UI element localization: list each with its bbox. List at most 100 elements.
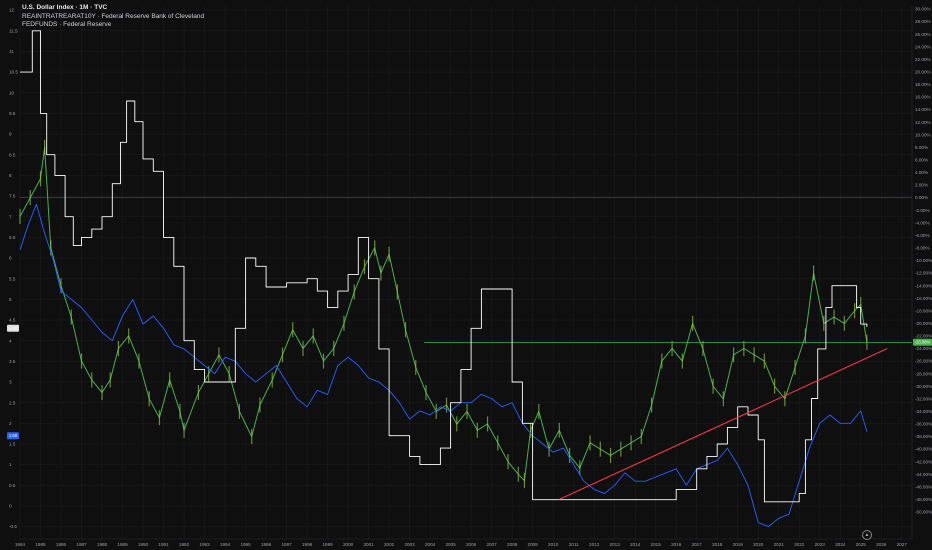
time-tick-label: 2016 — [671, 542, 682, 547]
time-tick-label: 2024 — [835, 542, 846, 547]
series-line-fedfunds[interactable] — [20, 30, 868, 503]
left-tick-label: 8 — [9, 173, 12, 178]
right-tick-label: 0.00% — [915, 195, 928, 200]
time-tick-label: 2002 — [384, 542, 395, 547]
left-tick-label: 0 — [9, 504, 12, 509]
right-tick-label: 18.00% — [915, 82, 931, 87]
time-tick-label: 2006 — [466, 542, 477, 547]
right-tick-label: -22.00% — [915, 334, 932, 339]
time-tick-label: 1988 — [97, 542, 108, 547]
left-tick-label: 0.5 — [9, 483, 16, 488]
time-tick-label: 2019 — [733, 542, 744, 547]
time-axis: 1984 1985 1986 1987 1988 1989 1990 1991 1992 1993… — [15, 538, 912, 547]
chart-legend: U.S. Dollar Index · 1M · TVC REAINTRATRE… — [22, 4, 204, 30]
right-tick-label: -8.00% — [915, 246, 930, 251]
time-tick-label: 2023 — [815, 542, 826, 547]
left-tick-label: 11 — [9, 49, 14, 54]
right-tick-label: 28.00% — [915, 19, 931, 24]
left-tick-label: 7.5 — [9, 194, 16, 199]
time-tick-label: 2021 — [774, 542, 785, 547]
legend-title[interactable]: U.S. Dollar Index · 1M · TVC — [22, 4, 204, 13]
left-tick-label: 1.5 — [9, 442, 16, 447]
time-tick-label: 2014 — [630, 542, 641, 547]
time-tick-label: 2008 — [507, 542, 518, 547]
time-tick-label: 1993 — [199, 542, 210, 547]
left-tick-label: 1 — [9, 462, 12, 467]
right-tick-label: -4.00% — [915, 220, 930, 225]
right-tick-label: -38.00% — [915, 434, 932, 439]
right-tick-label: 16.00% — [915, 95, 931, 100]
left-axis-badge-label: 4.33 — [9, 326, 18, 331]
right-tick-label: -16.00% — [915, 296, 932, 301]
trendline — [559, 348, 888, 500]
chart-canvas[interactable]: 1211.51110.5109.598.587.576.565.554.543.… — [0, 0, 932, 550]
time-tick-label: 1989 — [117, 542, 128, 547]
right-tick-label: 14.00% — [915, 107, 931, 112]
right-tick-label: -44.00% — [915, 472, 932, 477]
right-tick-label: -14.00% — [915, 283, 932, 288]
series-line-real_rate[interactable] — [19, 203, 868, 528]
left-tick-label: 10.5 — [9, 70, 18, 75]
right-tick-label: -48.00% — [915, 497, 932, 502]
time-tick-label: 1991 — [158, 542, 169, 547]
time-tick-label: 2010 — [548, 542, 559, 547]
right-tick-label: -24.00% — [915, 346, 932, 351]
left-tick-label: 9 — [9, 132, 12, 137]
time-tick-label: 1986 — [56, 542, 67, 547]
right-tick-label: -36.00% — [915, 422, 932, 427]
right-tick-label: 22.00% — [915, 57, 931, 62]
left-tick-label: 4 — [9, 338, 12, 343]
time-tick-label: 2020 — [753, 542, 764, 547]
right-tick-label: -40.00% — [915, 447, 932, 452]
right-tick-label: -30.00% — [915, 384, 932, 389]
right-tick-label: 6.00% — [915, 158, 928, 163]
time-tick-label: 2003 — [404, 542, 415, 547]
right-axis-badge-label: -23.06% — [915, 340, 931, 345]
time-tick-label: 2009 — [528, 542, 539, 547]
right-tick-label: -26.00% — [915, 359, 932, 364]
left-axis: 1211.51110.5109.598.587.576.565.554.543.… — [9, 8, 18, 529]
left-tick-label: 6.5 — [9, 235, 16, 240]
time-tick-label: 1984 — [15, 542, 26, 547]
left-tick-label: 3.5 — [9, 359, 16, 364]
right-axis: 30.00% 28.00% 26.00% 24.00% 22.00% 20.00% 18.0… — [911, 6, 932, 539]
left-tick-label: 11.5 — [9, 28, 18, 33]
left-tick-label: -0.5 — [9, 524, 17, 529]
left-tick-label: 3 — [9, 380, 12, 385]
right-tick-label: -42.00% — [915, 459, 932, 464]
tradingview-logo-icon[interactable]: ▲ — [862, 530, 872, 540]
right-tick-label: 10.00% — [915, 132, 931, 137]
time-tick-label: 2015 — [651, 542, 662, 547]
time-tick-label: 2001 — [363, 542, 374, 547]
trendline-segment[interactable] — [559, 348, 888, 500]
left-tick-label: 5.5 — [9, 276, 16, 281]
right-tick-label: -12.00% — [915, 271, 932, 276]
time-tick-label: 1997 — [281, 542, 292, 547]
time-tick-label: 2018 — [712, 542, 723, 547]
time-tick-label: 2005 — [446, 542, 457, 547]
legend-series-real-rate[interactable]: REAINTRATREARAT10Y · Federal Reserve Ban… — [22, 13, 204, 22]
time-tick-label: 1998 — [302, 542, 313, 547]
time-tick-label: 1985 — [35, 542, 46, 547]
chart-grid — [19, 6, 912, 539]
right-tick-label: -46.00% — [915, 484, 932, 489]
right-tick-label: -18.00% — [915, 308, 932, 313]
time-tick-label: 2017 — [692, 542, 703, 547]
right-tick-label: 24.00% — [915, 44, 931, 49]
right-tick-label: -50.00% — [915, 510, 932, 515]
right-tick-label: 8.00% — [915, 145, 928, 150]
right-tick-label: -10.00% — [915, 258, 932, 263]
time-tick-label: 1994 — [220, 542, 231, 547]
series-line-dxy[interactable] — [19, 146, 868, 482]
left-tick-label: 5 — [9, 297, 12, 302]
time-tick-label: 2025 — [856, 542, 867, 547]
left-tick-label: 12 — [9, 8, 15, 13]
time-tick-label: 2004 — [425, 542, 436, 547]
left-tick-label: 9.5 — [9, 111, 16, 116]
right-tick-label: 12.00% — [915, 120, 931, 125]
legend-series-fedfunds[interactable]: FEDFUNDS · Federal Reserve — [22, 21, 204, 30]
time-tick-label: 1995 — [240, 542, 251, 547]
time-tick-label: 2000 — [343, 542, 354, 547]
right-tick-label: -20.00% — [915, 321, 932, 326]
left-tick-label: 4.5 — [9, 318, 16, 323]
